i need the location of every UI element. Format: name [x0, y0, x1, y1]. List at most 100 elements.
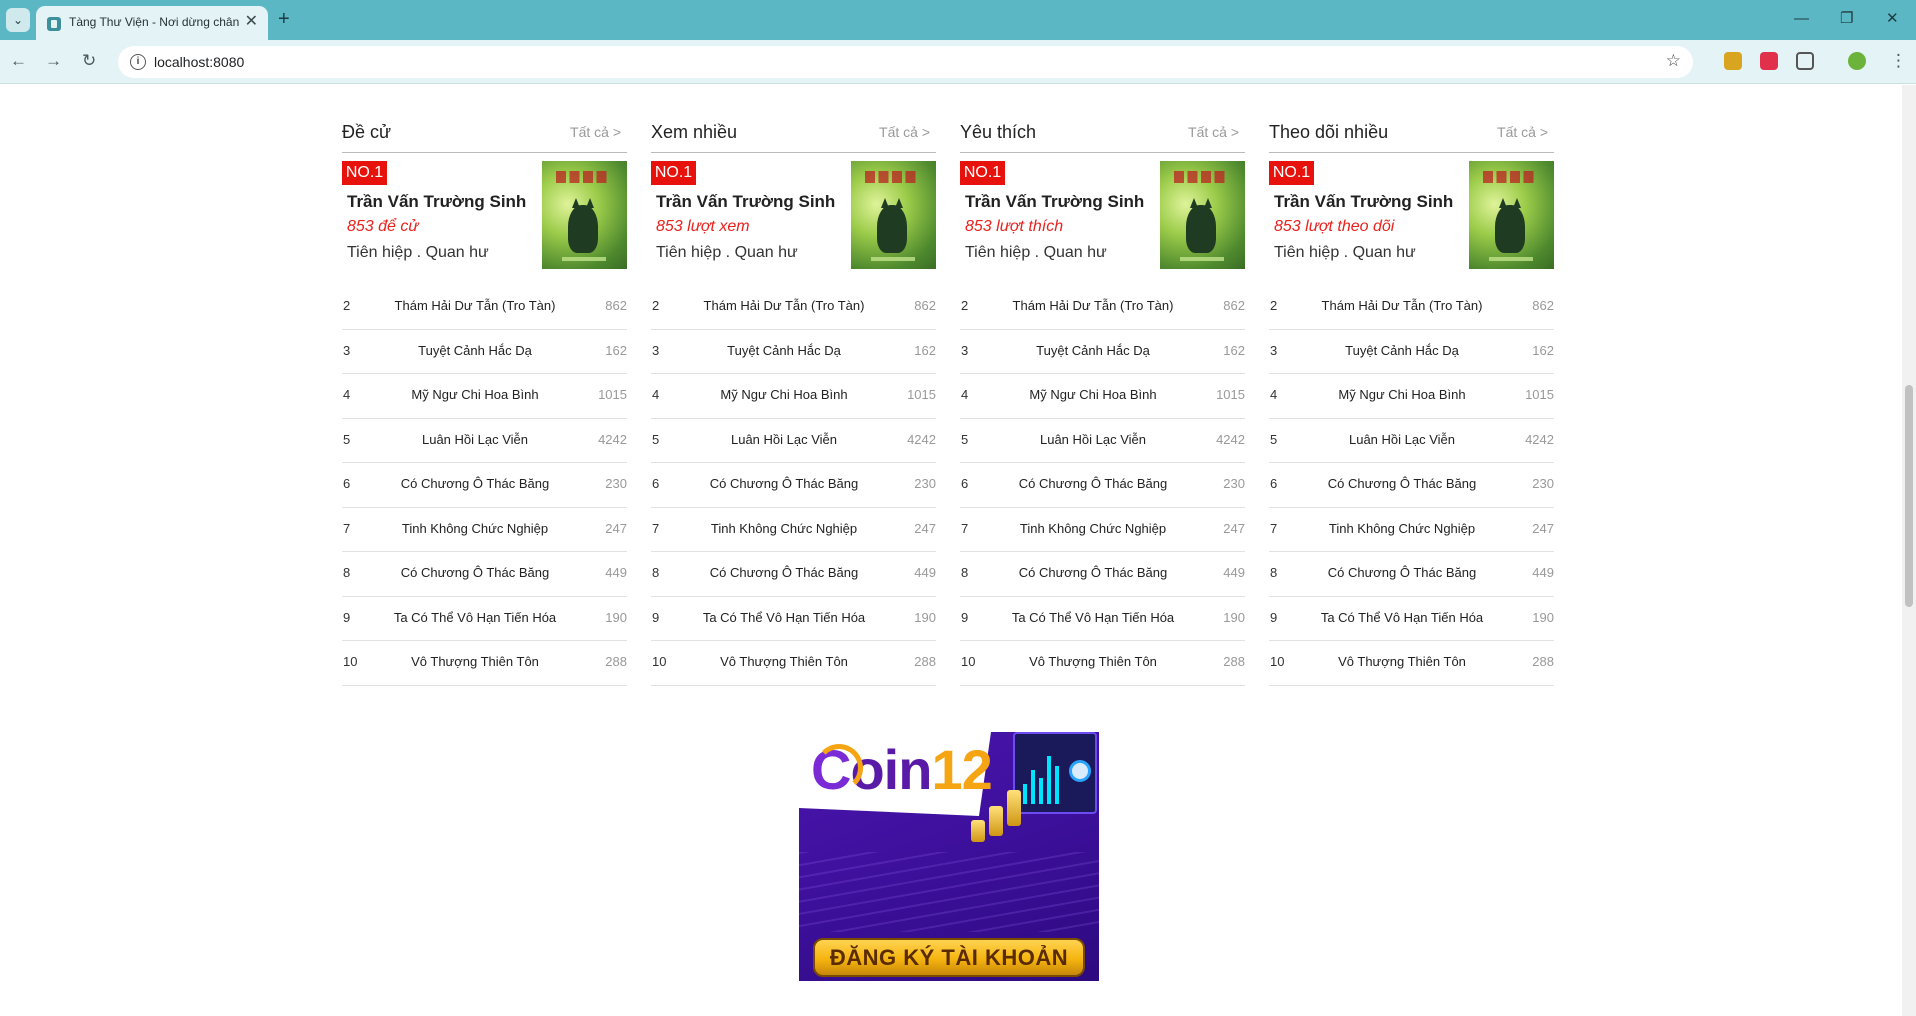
tab-close-icon[interactable]: ✕ — [245, 13, 258, 31]
tab-search-chevron-icon[interactable]: ⌄ — [6, 8, 30, 32]
list-item[interactable]: 2 Thám Hải Dư Tẫn (Tro Tàn) 862 — [651, 285, 936, 330]
list-item[interactable]: 3 Tuyệt Cảnh Hắc Dạ 162 — [1269, 330, 1554, 374]
view-all-link[interactable]: Tất cả > — [1188, 124, 1239, 140]
list-item-title[interactable]: Luân Hồi Lạc Viễn — [1287, 432, 1517, 447]
top-book-title[interactable]: Trần Vấn Trường Sinh — [1274, 192, 1453, 212]
list-item-title[interactable]: Có Chương Ô Thác Băng — [360, 476, 590, 491]
list-item-title[interactable]: Ta Có Thể Vô Hạn Tiến Hóa — [669, 610, 899, 625]
scrollbar-thumb[interactable] — [1905, 385, 1913, 607]
list-item[interactable]: 3 Tuyệt Cảnh Hắc Dạ 162 — [342, 330, 627, 374]
list-item-title[interactable]: Có Chương Ô Thác Băng — [669, 565, 899, 580]
list-item[interactable]: 10 Vô Thượng Thiên Tôn 288 — [960, 641, 1245, 686]
list-item[interactable]: 4 Mỹ Ngư Chi Hoa Bình 1015 — [342, 374, 627, 419]
browser-menu-kebab-icon[interactable]: ⋮ — [1890, 50, 1907, 72]
list-item-title[interactable]: Mỹ Ngư Chi Hoa Bình — [360, 387, 590, 402]
extension-rss-icon[interactable] — [1724, 52, 1742, 70]
list-item-title[interactable]: Tuyệt Cảnh Hắc Dạ — [669, 343, 899, 358]
list-item-title[interactable]: Thám Hải Dư Tẫn (Tro Tàn) — [978, 298, 1208, 313]
list-item[interactable]: 2 Thám Hải Dư Tẫn (Tro Tàn) 862 — [342, 285, 627, 330]
reload-icon[interactable]: ↻ — [82, 50, 96, 72]
list-item-title[interactable]: Tuyệt Cảnh Hắc Dạ — [978, 343, 1208, 358]
list-item[interactable]: 4 Mỹ Ngư Chi Hoa Bình 1015 — [960, 374, 1245, 419]
restore-icon[interactable]: ❐ — [1840, 8, 1853, 30]
page-scrollbar[interactable] — [1902, 85, 1916, 1016]
list-item[interactable]: 7 Tinh Không Chức Nghiệp 247 — [960, 508, 1245, 552]
list-item[interactable]: 7 Tinh Không Chức Nghiệp 247 — [342, 508, 627, 552]
top-book-title[interactable]: Trần Vấn Trường Sinh — [347, 192, 526, 212]
list-item[interactable]: 2 Thám Hải Dư Tẫn (Tro Tàn) 862 — [960, 285, 1245, 330]
list-item-title[interactable]: Mỹ Ngư Chi Hoa Bình — [669, 387, 899, 402]
window-close-icon[interactable]: ✕ — [1886, 8, 1899, 30]
view-all-link[interactable]: Tất cả > — [879, 124, 930, 140]
top-book-card[interactable]: NO.1 Trần Vấn Trường Sinh 853 lượt thích… — [960, 161, 1245, 269]
minimize-icon[interactable]: — — [1794, 8, 1809, 30]
list-item-title[interactable]: Vô Thượng Thiên Tôn — [978, 654, 1208, 669]
list-item-title[interactable]: Tinh Không Chức Nghiệp — [669, 521, 899, 536]
profile-avatar-icon[interactable] — [1848, 52, 1866, 70]
list-item[interactable]: 7 Tinh Không Chức Nghiệp 247 — [1269, 508, 1554, 552]
list-item-title[interactable]: Có Chương Ô Thác Băng — [978, 476, 1208, 491]
list-item-title[interactable]: Vô Thượng Thiên Tôn — [1287, 654, 1517, 669]
list-item-title[interactable]: Ta Có Thể Vô Hạn Tiến Hóa — [1287, 610, 1517, 625]
list-item[interactable]: 6 Có Chương Ô Thác Băng 230 — [1269, 463, 1554, 508]
list-item[interactable]: 8 Có Chương Ô Thác Băng 449 — [1269, 552, 1554, 597]
book-cover-image[interactable] — [1160, 161, 1245, 269]
list-item-title[interactable]: Mỹ Ngư Chi Hoa Bình — [978, 387, 1208, 402]
list-item[interactable]: 9 Ta Có Thể Vô Hạn Tiến Hóa 190 — [1269, 597, 1554, 641]
list-item-title[interactable]: Mỹ Ngư Chi Hoa Bình — [1287, 387, 1517, 402]
list-item[interactable]: 2 Thám Hải Dư Tẫn (Tro Tàn) 862 — [1269, 285, 1554, 330]
list-item[interactable]: 3 Tuyệt Cảnh Hắc Dạ 162 — [960, 330, 1245, 374]
new-tab-plus-icon[interactable]: + — [278, 7, 290, 31]
list-item[interactable]: 8 Có Chương Ô Thác Băng 449 — [342, 552, 627, 597]
list-item[interactable]: 5 Luân Hồi Lạc Viễn 4242 — [960, 419, 1245, 463]
book-cover-image[interactable] — [851, 161, 936, 269]
list-item-title[interactable]: Luân Hồi Lạc Viễn — [360, 432, 590, 447]
list-item[interactable]: 10 Vô Thượng Thiên Tôn 288 — [342, 641, 627, 686]
list-item[interactable]: 10 Vô Thượng Thiên Tôn 288 — [651, 641, 936, 686]
extensions-puzzle-icon[interactable] — [1796, 52, 1814, 70]
list-item[interactable]: 9 Ta Có Thể Vô Hạn Tiến Hóa 190 — [960, 597, 1245, 641]
list-item-title[interactable]: Thám Hải Dư Tẫn (Tro Tàn) — [1287, 298, 1517, 313]
list-item-title[interactable]: Có Chương Ô Thác Băng — [1287, 565, 1517, 580]
list-item-title[interactable]: Vô Thượng Thiên Tôn — [669, 654, 899, 669]
list-item[interactable]: 3 Tuyệt Cảnh Hắc Dạ 162 — [651, 330, 936, 374]
list-item-title[interactable]: Tuyệt Cảnh Hắc Dạ — [360, 343, 590, 358]
address-bar[interactable]: i localhost:8080 ☆ — [118, 46, 1693, 78]
book-cover-image[interactable] — [542, 161, 627, 269]
ad-register-button[interactable]: ĐĂNG KÝ TÀI KHOẢN — [813, 938, 1085, 977]
site-info-icon[interactable]: i — [130, 54, 146, 70]
list-item-title[interactable]: Tuyệt Cảnh Hắc Dạ — [1287, 343, 1517, 358]
list-item-title[interactable]: Thám Hải Dư Tẫn (Tro Tàn) — [669, 298, 899, 313]
list-item-title[interactable]: Có Chương Ô Thác Băng — [1287, 476, 1517, 491]
forward-arrow-icon[interactable]: → — [45, 50, 62, 72]
list-item[interactable]: 8 Có Chương Ô Thác Băng 449 — [960, 552, 1245, 597]
top-book-card[interactable]: NO.1 Trần Vấn Trường Sinh 853 lượt xem T… — [651, 161, 936, 269]
list-item-title[interactable]: Ta Có Thể Vô Hạn Tiến Hóa — [360, 610, 590, 625]
advertisement-banner[interactable]: Coin12 ĐĂNG KÝ TÀI KHOẢN — [799, 732, 1099, 981]
book-cover-image[interactable] — [1469, 161, 1554, 269]
list-item[interactable]: 6 Có Chương Ô Thác Băng 230 — [960, 463, 1245, 508]
list-item-title[interactable]: Tinh Không Chức Nghiệp — [360, 521, 590, 536]
browser-tab-active[interactable]: Tàng Thư Viện - Nơi dừng chân ✕ — [36, 6, 268, 40]
list-item-title[interactable]: Ta Có Thể Vô Hạn Tiến Hóa — [978, 610, 1208, 625]
list-item[interactable]: 4 Mỹ Ngư Chi Hoa Bình 1015 — [651, 374, 936, 419]
view-all-link[interactable]: Tất cả > — [570, 124, 621, 140]
list-item[interactable]: 5 Luân Hồi Lạc Viễn 4242 — [1269, 419, 1554, 463]
list-item-title[interactable]: Vô Thượng Thiên Tôn — [360, 654, 590, 669]
list-item-title[interactable]: Có Chương Ô Thác Băng — [360, 565, 590, 580]
list-item-title[interactable]: Tinh Không Chức Nghiệp — [978, 521, 1208, 536]
bookmark-star-icon[interactable]: ☆ — [1666, 51, 1681, 71]
list-item-title[interactable]: Có Chương Ô Thác Băng — [978, 565, 1208, 580]
back-arrow-icon[interactable]: ← — [10, 50, 27, 72]
list-item[interactable]: 10 Vô Thượng Thiên Tôn 288 — [1269, 641, 1554, 686]
list-item-title[interactable]: Luân Hồi Lạc Viễn — [978, 432, 1208, 447]
list-item[interactable]: 6 Có Chương Ô Thác Băng 230 — [342, 463, 627, 508]
list-item[interactable]: 5 Luân Hồi Lạc Viễn 4242 — [651, 419, 936, 463]
list-item[interactable]: 7 Tinh Không Chức Nghiệp 247 — [651, 508, 936, 552]
list-item[interactable]: 5 Luân Hồi Lạc Viễn 4242 — [342, 419, 627, 463]
address-url[interactable]: localhost:8080 — [154, 54, 244, 70]
top-book-title[interactable]: Trần Vấn Trường Sinh — [965, 192, 1144, 212]
list-item-title[interactable]: Có Chương Ô Thác Băng — [669, 476, 899, 491]
extension-record-icon[interactable] — [1760, 52, 1778, 70]
top-book-card[interactable]: NO.1 Trần Vấn Trường Sinh 853 lượt theo … — [1269, 161, 1554, 269]
